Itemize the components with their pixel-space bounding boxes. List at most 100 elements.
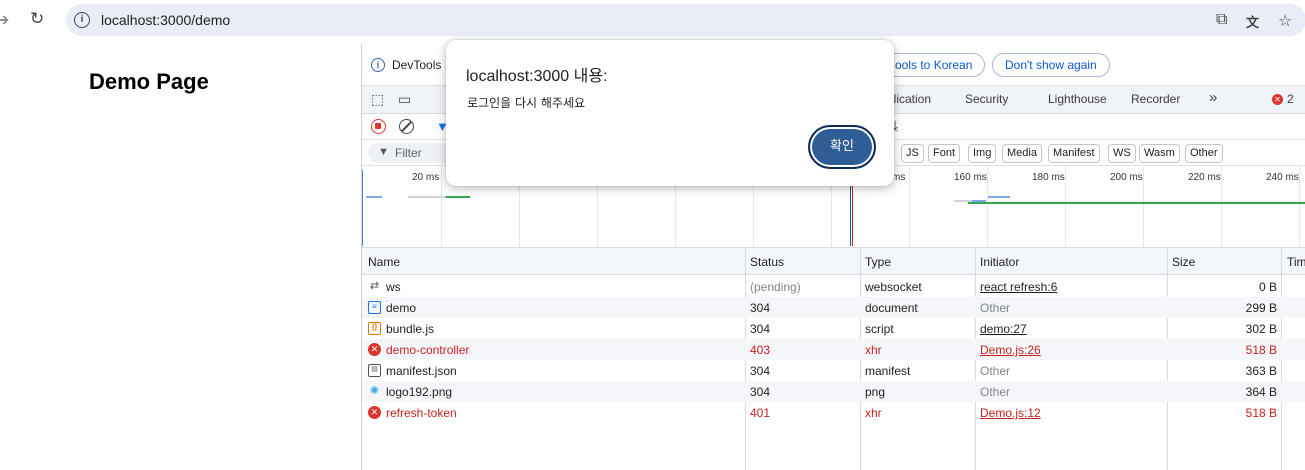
column-header-size[interactable]: Size xyxy=(1172,255,1195,269)
tick-label: ms xyxy=(892,172,906,183)
tick-label: 180 ms xyxy=(1032,172,1065,183)
request-name[interactable]: bundle.js xyxy=(386,322,434,336)
tick-label: 160 ms xyxy=(954,172,987,183)
request-type: manifest xyxy=(865,364,911,378)
request-status: 304 xyxy=(750,301,771,315)
chip-manifest[interactable]: Manifest xyxy=(1048,144,1100,163)
image-icon: ✺ xyxy=(369,385,380,397)
request-initiator: Other xyxy=(980,301,1011,315)
request-size: 363 B xyxy=(1245,364,1277,378)
request-name[interactable]: demo-controller xyxy=(386,343,469,357)
request-name[interactable]: manifest.json xyxy=(386,364,457,378)
error-icon[interactable]: ✕ xyxy=(1272,94,1283,105)
site-info-icon[interactable]: i xyxy=(74,12,90,28)
column-header-type[interactable]: Type xyxy=(865,255,891,269)
column-header-name[interactable]: Name xyxy=(368,255,400,269)
request-name[interactable]: ws xyxy=(386,280,401,294)
waterfall-bar xyxy=(366,196,382,198)
request-status: 304 xyxy=(750,385,771,399)
request-initiator[interactable]: Demo.js:26 xyxy=(980,343,1041,357)
request-size: 302 B xyxy=(1245,322,1277,336)
switch-language-button[interactable]: ools to Korean xyxy=(882,53,986,77)
chip-wasm[interactable]: Wasm xyxy=(1139,144,1180,163)
dialog-title: localhost:3000 내용: xyxy=(466,68,608,85)
table-row[interactable]: ≡ demo 304 document Other 299 B xyxy=(362,297,1305,318)
request-table-header: Name Status Type Initiator Size Tim xyxy=(362,248,1305,275)
request-status: 403 xyxy=(750,343,771,357)
request-type: websocket xyxy=(865,280,922,294)
request-name[interactable]: refresh-token xyxy=(386,406,457,420)
request-size: 518 B xyxy=(1245,406,1277,420)
column-header-status[interactable]: Status xyxy=(750,255,784,269)
column-header-time[interactable]: Tim xyxy=(1287,255,1305,269)
request-size: 518 B xyxy=(1245,343,1277,357)
chip-other[interactable]: Other xyxy=(1185,144,1223,163)
bookmark-star-icon[interactable]: ☆ xyxy=(1278,11,1292,31)
table-row[interactable]: {} bundle.js 304 script demo:27 302 B xyxy=(362,318,1305,339)
filter-input[interactable]: ▼ Filter xyxy=(368,143,458,163)
column-header-initiator[interactable]: Initiator xyxy=(980,255,1019,269)
table-row[interactable]: ▤ manifest.json 304 manifest Other 363 B xyxy=(362,360,1305,381)
address-bar[interactable]: i localhost:3000/demo ⧉ 文 ☆ xyxy=(66,4,1305,36)
request-initiator: Other xyxy=(980,385,1011,399)
request-initiator[interactable]: Demo.js:12 xyxy=(980,406,1041,420)
dialog-message: 로그인을 다시 해주세요 xyxy=(467,96,586,110)
request-type: xhr xyxy=(865,343,882,357)
request-status: (pending) xyxy=(750,280,801,294)
error-icon: ✕ xyxy=(368,343,381,356)
request-type: png xyxy=(865,385,886,399)
request-initiator[interactable]: demo:27 xyxy=(980,322,1027,336)
tab-recorder[interactable]: Recorder xyxy=(1131,92,1180,106)
stop-recording-icon[interactable] xyxy=(371,119,386,134)
file-icon: ▤ xyxy=(368,364,381,377)
table-row[interactable]: ✕ refresh-token 401 xhr Demo.js:12 518 B xyxy=(362,402,1305,423)
tick-label: 240 ms xyxy=(1266,172,1299,183)
request-initiator: Other xyxy=(980,364,1011,378)
request-name[interactable]: demo xyxy=(386,301,416,315)
tab-security[interactable]: Security xyxy=(965,92,1008,106)
forward-icon[interactable]: ➔ xyxy=(0,10,9,30)
translate-icon[interactable]: 文 xyxy=(1246,12,1259,31)
request-size: 364 B xyxy=(1245,385,1277,399)
funnel-icon: ▼ xyxy=(378,146,389,158)
device-toolbar-icon[interactable]: ▭ xyxy=(398,91,411,108)
table-row[interactable]: ⇄ ws (pending) websocket react refresh:6… xyxy=(362,276,1305,297)
install-app-icon[interactable]: ⧉ xyxy=(1216,11,1227,29)
inspect-element-icon[interactable]: ⬚ xyxy=(371,91,384,108)
waterfall-bar xyxy=(988,196,1010,198)
alert-dialog: localhost:3000 내용: 로그인을 다시 해주세요 확인 xyxy=(446,40,894,186)
chip-ws[interactable]: WS xyxy=(1108,144,1136,163)
waterfall-bar xyxy=(446,196,470,198)
waterfall-bar xyxy=(968,202,1305,204)
request-initiator[interactable]: react refresh:6 xyxy=(980,280,1057,294)
dont-show-again-button[interactable]: Don't show again xyxy=(992,53,1110,77)
chip-font[interactable]: Font xyxy=(928,144,961,163)
chip-js[interactable]: JS xyxy=(901,144,924,163)
chip-media[interactable]: Media xyxy=(1002,144,1042,163)
clear-icon[interactable] xyxy=(399,119,414,134)
request-size: 299 B xyxy=(1245,301,1277,315)
request-status: 304 xyxy=(750,322,771,336)
more-tabs-icon[interactable]: » xyxy=(1209,89,1217,106)
waterfall-bar xyxy=(408,196,448,198)
chip-img[interactable]: Img xyxy=(968,144,997,163)
websocket-icon: ⇄ xyxy=(369,280,380,292)
reload-icon[interactable]: ↻ xyxy=(30,9,44,29)
info-icon: i xyxy=(371,58,385,72)
filter-placeholder: Filter xyxy=(395,146,422,160)
tick-label: 200 ms xyxy=(1110,172,1143,183)
request-name[interactable]: logo192.png xyxy=(386,385,452,399)
error-count[interactable]: 2 xyxy=(1287,92,1294,106)
ok-button[interactable]: 확인 xyxy=(808,125,876,169)
table-row[interactable]: ✕ demo-controller 403 xhr Demo.js:26 518… xyxy=(362,339,1305,360)
request-type: xhr xyxy=(865,406,882,420)
table-row[interactable]: ✺ logo192.png 304 png Other 364 B xyxy=(362,381,1305,402)
info-bar-text: DevTools xyxy=(392,58,442,72)
request-type: script xyxy=(865,322,894,336)
request-type: document xyxy=(865,301,918,315)
request-status: 304 xyxy=(750,364,771,378)
tab-lighthouse[interactable]: Lighthouse xyxy=(1048,92,1107,106)
error-icon: ✕ xyxy=(368,406,381,419)
url-text[interactable]: localhost:3000/demo xyxy=(101,12,230,28)
tick-label: 220 ms xyxy=(1188,172,1221,183)
